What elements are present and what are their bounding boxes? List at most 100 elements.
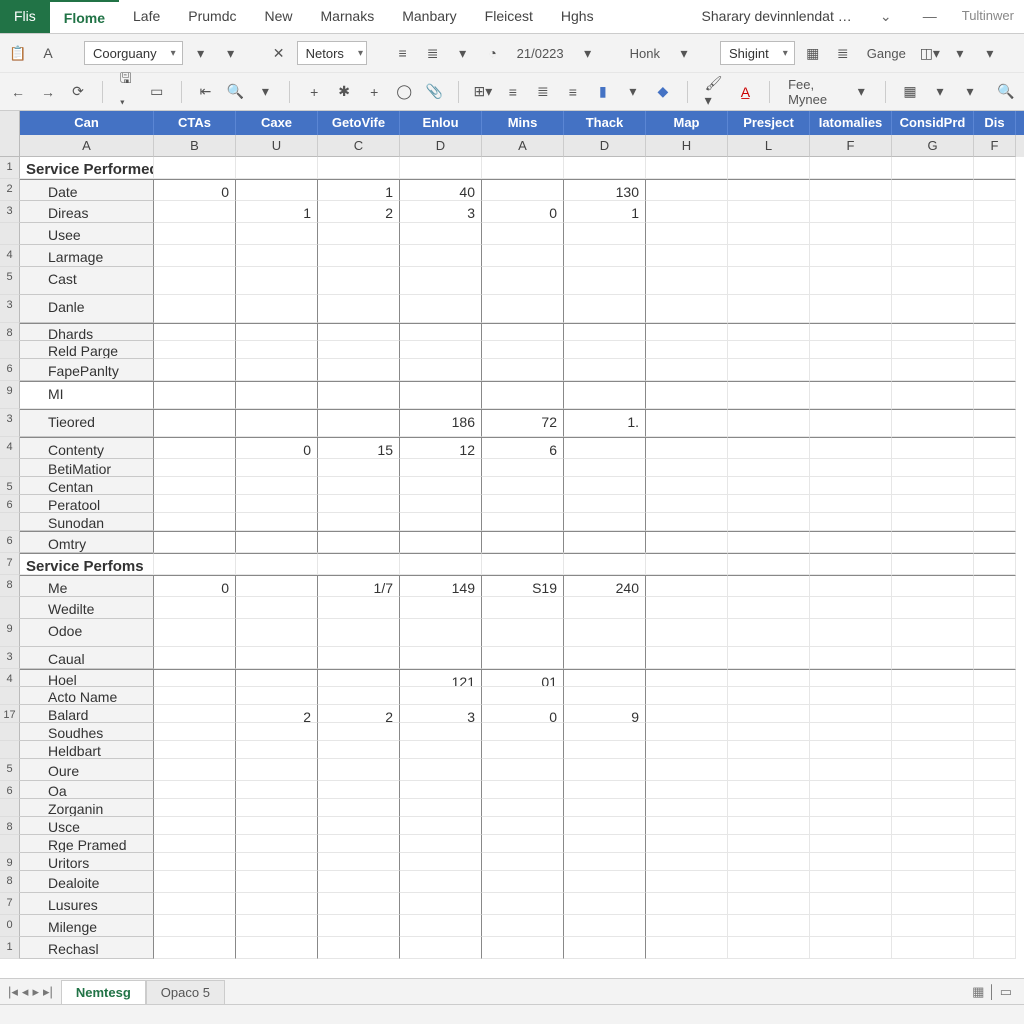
- row-number[interactable]: [0, 723, 20, 741]
- cell[interactable]: [400, 359, 482, 381]
- cell[interactable]: [236, 799, 318, 817]
- cell[interactable]: 1/7: [318, 575, 400, 597]
- cell[interactable]: 9: [564, 705, 646, 723]
- cell[interactable]: [564, 597, 646, 619]
- cell[interactable]: [400, 513, 482, 531]
- date-dd-icon[interactable]: ▾: [576, 41, 600, 65]
- cell[interactable]: [892, 495, 974, 513]
- cell[interactable]: [728, 619, 810, 647]
- cell[interactable]: [974, 381, 1016, 409]
- cell[interactable]: [646, 647, 728, 669]
- cell[interactable]: [482, 157, 564, 179]
- cell[interactable]: [892, 647, 974, 669]
- cell[interactable]: [318, 669, 400, 687]
- cell[interactable]: [564, 495, 646, 513]
- cell[interactable]: [564, 915, 646, 937]
- cell[interactable]: Wedilte: [20, 597, 154, 619]
- row-number[interactable]: 9: [0, 853, 20, 871]
- cell[interactable]: [974, 267, 1016, 295]
- cell[interactable]: [728, 295, 810, 323]
- cell[interactable]: [154, 513, 236, 531]
- cell[interactable]: [810, 477, 892, 495]
- cell[interactable]: [892, 799, 974, 817]
- cell[interactable]: [482, 531, 564, 553]
- size-select[interactable]: Netors ▾: [297, 41, 367, 65]
- header-tab-7[interactable]: Map: [646, 111, 728, 135]
- col-letter[interactable]: B: [154, 135, 236, 157]
- percent-icon[interactable]: ◔: [481, 41, 505, 65]
- cell[interactable]: [974, 817, 1016, 835]
- cell[interactable]: [564, 817, 646, 835]
- cell[interactable]: MI: [20, 381, 154, 409]
- header-tab-4[interactable]: Enlou: [400, 111, 482, 135]
- header-tab-10[interactable]: ConsidPrd: [892, 111, 974, 135]
- dd-icon[interactable]: ▾: [621, 80, 645, 104]
- cell[interactable]: [318, 915, 400, 937]
- cell[interactable]: [236, 871, 318, 893]
- cell[interactable]: [236, 759, 318, 781]
- cell[interactable]: [482, 359, 564, 381]
- cell[interactable]: [564, 647, 646, 669]
- cell[interactable]: [482, 647, 564, 669]
- header-tab-5[interactable]: Mins: [482, 111, 564, 135]
- back-icon[interactable]: ←: [6, 80, 30, 104]
- cell[interactable]: [974, 245, 1016, 267]
- cell[interactable]: [482, 323, 564, 341]
- cell[interactable]: [482, 853, 564, 871]
- col-letter[interactable]: L: [728, 135, 810, 157]
- cell[interactable]: [482, 553, 564, 575]
- header-tab-1[interactable]: CTAs: [154, 111, 236, 135]
- cell[interactable]: [564, 553, 646, 575]
- row-number[interactable]: 9: [0, 619, 20, 647]
- header-tab-8[interactable]: Presject: [728, 111, 810, 135]
- cell[interactable]: [400, 871, 482, 893]
- cell[interactable]: [400, 937, 482, 959]
- row-number[interactable]: 6: [0, 359, 20, 381]
- cell[interactable]: [728, 201, 810, 223]
- cell[interactable]: [236, 647, 318, 669]
- cell[interactable]: [646, 495, 728, 513]
- file-tab[interactable]: Flis: [0, 0, 50, 33]
- cell[interactable]: [318, 741, 400, 759]
- row-number[interactable]: 3: [0, 295, 20, 323]
- cell[interactable]: [236, 409, 318, 437]
- cell[interactable]: [892, 201, 974, 223]
- cell[interactable]: [810, 647, 892, 669]
- cell[interactable]: [154, 531, 236, 553]
- cell[interactable]: [400, 531, 482, 553]
- row-number[interactable]: [0, 835, 20, 853]
- cell[interactable]: [236, 835, 318, 853]
- cell[interactable]: [728, 157, 810, 179]
- cell[interactable]: [728, 723, 810, 741]
- cell[interactable]: [810, 323, 892, 341]
- cell[interactable]: [318, 295, 400, 323]
- row-number[interactable]: 7: [0, 893, 20, 915]
- cell[interactable]: [728, 459, 810, 477]
- header-tab-6[interactable]: Thack: [564, 111, 646, 135]
- row-number[interactable]: 6: [0, 531, 20, 553]
- cell[interactable]: [892, 437, 974, 459]
- cell[interactable]: [154, 409, 236, 437]
- cell[interactable]: [564, 853, 646, 871]
- paint-icon[interactable]: 🖌▾: [700, 80, 728, 104]
- header-tab-0[interactable]: Can: [20, 111, 154, 135]
- cell[interactable]: [154, 871, 236, 893]
- cell[interactable]: [974, 359, 1016, 381]
- cell[interactable]: 40: [400, 179, 482, 201]
- cell[interactable]: [564, 741, 646, 759]
- cell[interactable]: [564, 619, 646, 647]
- cell[interactable]: [810, 597, 892, 619]
- cell[interactable]: [892, 359, 974, 381]
- cell[interactable]: [400, 341, 482, 359]
- cell[interactable]: [318, 477, 400, 495]
- cell[interactable]: [892, 459, 974, 477]
- row-number[interactable]: 4: [0, 669, 20, 687]
- col-letter[interactable]: C: [318, 135, 400, 157]
- cell[interactable]: [236, 669, 318, 687]
- col-letter[interactable]: F: [810, 135, 892, 157]
- cell[interactable]: [154, 267, 236, 295]
- cell[interactable]: [892, 295, 974, 323]
- cell[interactable]: [318, 359, 400, 381]
- cell[interactable]: [810, 201, 892, 223]
- cell[interactable]: [400, 245, 482, 267]
